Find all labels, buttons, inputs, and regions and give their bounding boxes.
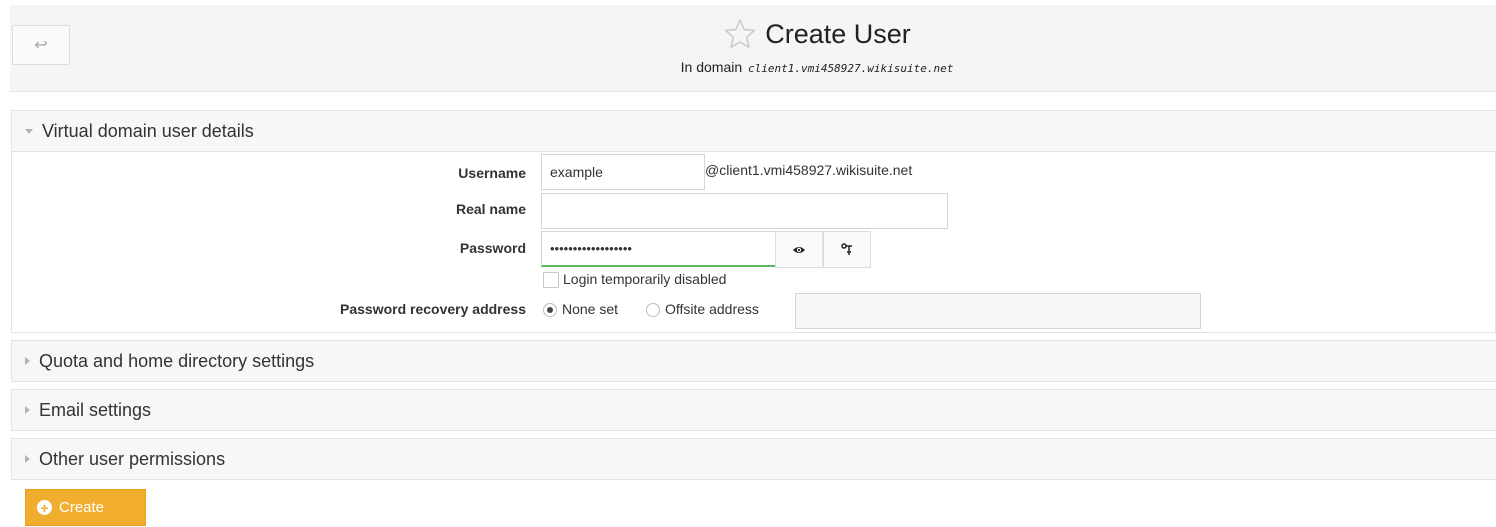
recovery-label: Password recovery address bbox=[340, 301, 526, 317]
section-title: Email settings bbox=[39, 399, 152, 420]
realname-input[interactable] bbox=[541, 193, 948, 229]
eye-icon bbox=[793, 246, 805, 253]
section-email-settings: Email settings bbox=[11, 389, 1496, 431]
caret-right-icon bbox=[25, 455, 30, 463]
login-disabled-label: Login temporarily disabled bbox=[563, 271, 727, 287]
section-header-email-settings[interactable]: Email settings bbox=[12, 390, 1496, 430]
offsite-address-input[interactable] bbox=[795, 293, 1201, 329]
username-input[interactable] bbox=[541, 154, 705, 190]
generate-password-button[interactable] bbox=[823, 231, 871, 268]
star-icon[interactable] bbox=[723, 17, 757, 51]
username-label: Username bbox=[458, 165, 526, 181]
radio-none-set-label: None set bbox=[562, 301, 619, 317]
create-button[interactable]: + Create bbox=[25, 489, 146, 526]
login-disabled-checkbox[interactable] bbox=[543, 272, 559, 288]
caret-right-icon bbox=[25, 406, 30, 414]
section-title: Virtual domain user details bbox=[42, 120, 254, 141]
radio-offsite-address-label: Offsite address bbox=[665, 301, 759, 317]
username-domain-suffix: @client1.vmi458927.wikisuite.net bbox=[705, 162, 913, 178]
radio-none-set[interactable] bbox=[543, 303, 557, 317]
page-header: ↩ Create User In domain client1.vmi45892… bbox=[10, 5, 1496, 92]
password-input[interactable] bbox=[541, 231, 776, 267]
section-other-permissions: Other user permissions bbox=[11, 438, 1496, 480]
password-label: Password bbox=[459, 240, 526, 256]
title-block: Create User In domain client1.vmi458927.… bbox=[10, 17, 1496, 76]
section-body: Username @client1.vmi458927.wikisuite.ne… bbox=[12, 151, 1496, 332]
domain-name: client1.vmi458927.wikisuite.net bbox=[748, 62, 954, 75]
section-header-quota-home[interactable]: Quota and home directory settings bbox=[12, 341, 1496, 381]
page-title: Create User bbox=[765, 18, 911, 49]
realname-label: Real name bbox=[455, 201, 526, 217]
section-title: Other user permissions bbox=[39, 448, 226, 469]
section-virtual-domain-user-details: Virtual domain user details Username @cl… bbox=[11, 110, 1496, 333]
create-button-label: Create bbox=[59, 499, 105, 516]
section-title: Quota and home directory settings bbox=[39, 350, 315, 371]
plus-circle-icon: + bbox=[37, 500, 52, 515]
page-subtitle: In domain client1.vmi458927.wikisuite.ne… bbox=[138, 59, 1496, 75]
section-header-virtual-domain-user-details[interactable]: Virtual domain user details bbox=[12, 111, 1496, 151]
subtitle-prefix: In domain bbox=[680, 59, 743, 75]
key-icon bbox=[841, 242, 852, 255]
show-password-button[interactable] bbox=[775, 231, 823, 268]
section-header-other-permissions[interactable]: Other user permissions bbox=[12, 439, 1496, 479]
caret-down-icon bbox=[25, 128, 33, 134]
caret-right-icon bbox=[25, 357, 30, 365]
radio-offsite-address[interactable] bbox=[646, 303, 660, 317]
section-quota-home: Quota and home directory settings bbox=[11, 340, 1496, 382]
